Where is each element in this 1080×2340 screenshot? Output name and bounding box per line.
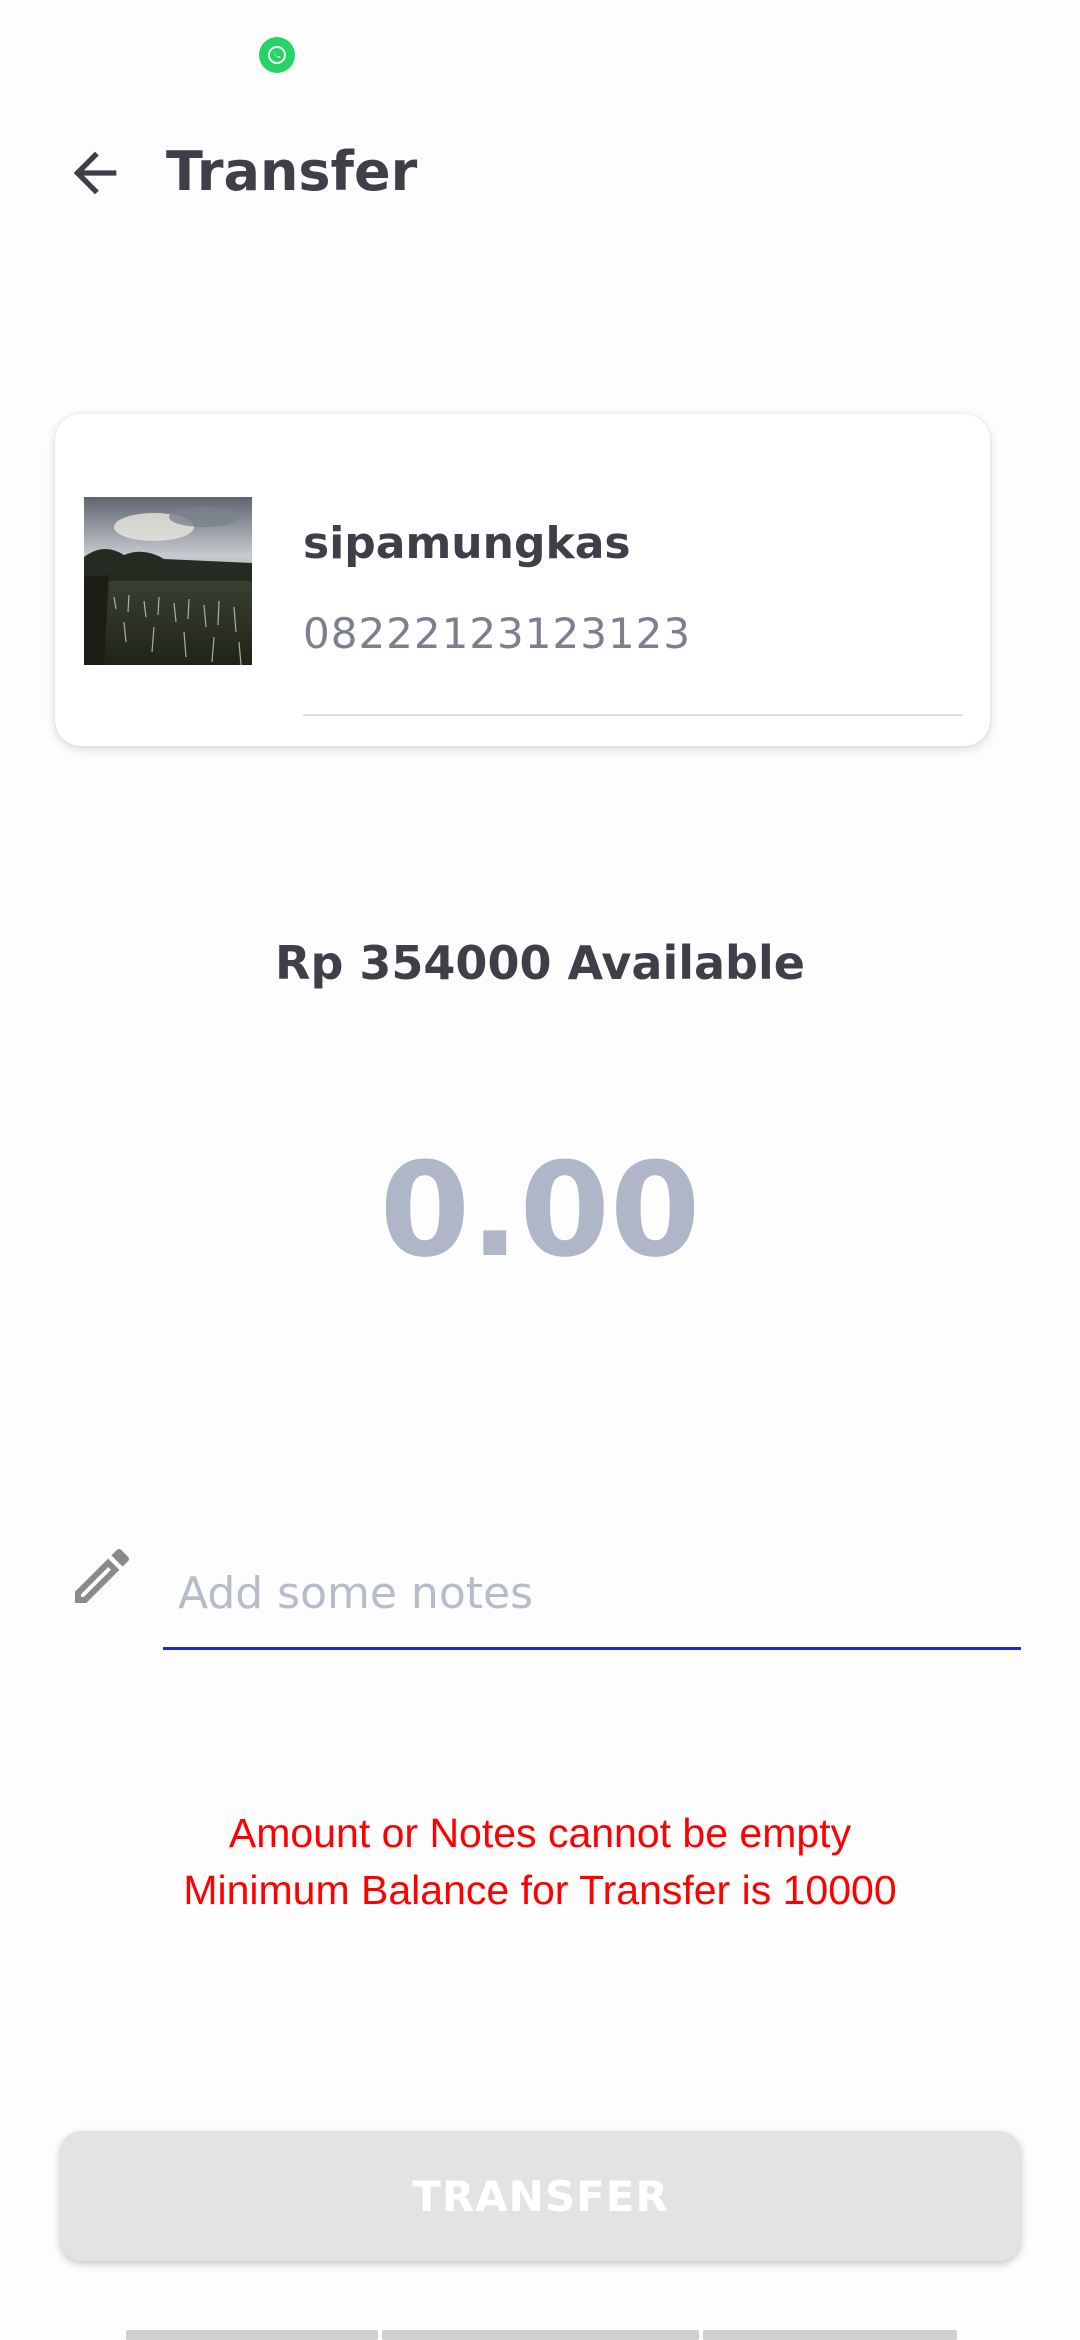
error-message-min-balance: Minimum Balance for Transfer is 10000 xyxy=(183,1867,897,1913)
bottom-strip xyxy=(126,2330,957,2340)
transfer-screen: Transfer sipamungkas 08222123123123 Rp 3… xyxy=(0,0,1080,2340)
bottom-segment xyxy=(126,2330,378,2340)
whatsapp-icon xyxy=(259,37,295,73)
recipient-phone: 08222123123123 xyxy=(303,609,692,658)
error-message-empty: Amount or Notes cannot be empty xyxy=(228,1810,852,1856)
transfer-button[interactable]: TRANSFER xyxy=(60,2131,1021,2261)
card-divider xyxy=(303,714,963,716)
error-messages: Amount or Notes cannot be empty Minimum … xyxy=(0,1805,1080,1919)
bottom-segment xyxy=(382,2330,699,2340)
pencil-icon xyxy=(66,1540,138,1612)
arrow-back-icon xyxy=(73,151,117,195)
app-header: Transfer xyxy=(0,110,1080,220)
back-button[interactable] xyxy=(50,128,140,218)
amount-input[interactable]: 0.00 xyxy=(0,1130,1080,1290)
status-bar xyxy=(0,0,1080,110)
recipient-name: sipamungkas xyxy=(303,518,631,569)
recipient-card[interactable]: sipamungkas 08222123123123 xyxy=(55,414,990,746)
available-balance: Rp 354000 Available xyxy=(275,936,805,990)
bottom-segment xyxy=(703,2330,957,2340)
notes-input[interactable] xyxy=(163,1540,1021,1650)
page-title: Transfer xyxy=(166,140,418,203)
recipient-avatar xyxy=(84,497,252,665)
